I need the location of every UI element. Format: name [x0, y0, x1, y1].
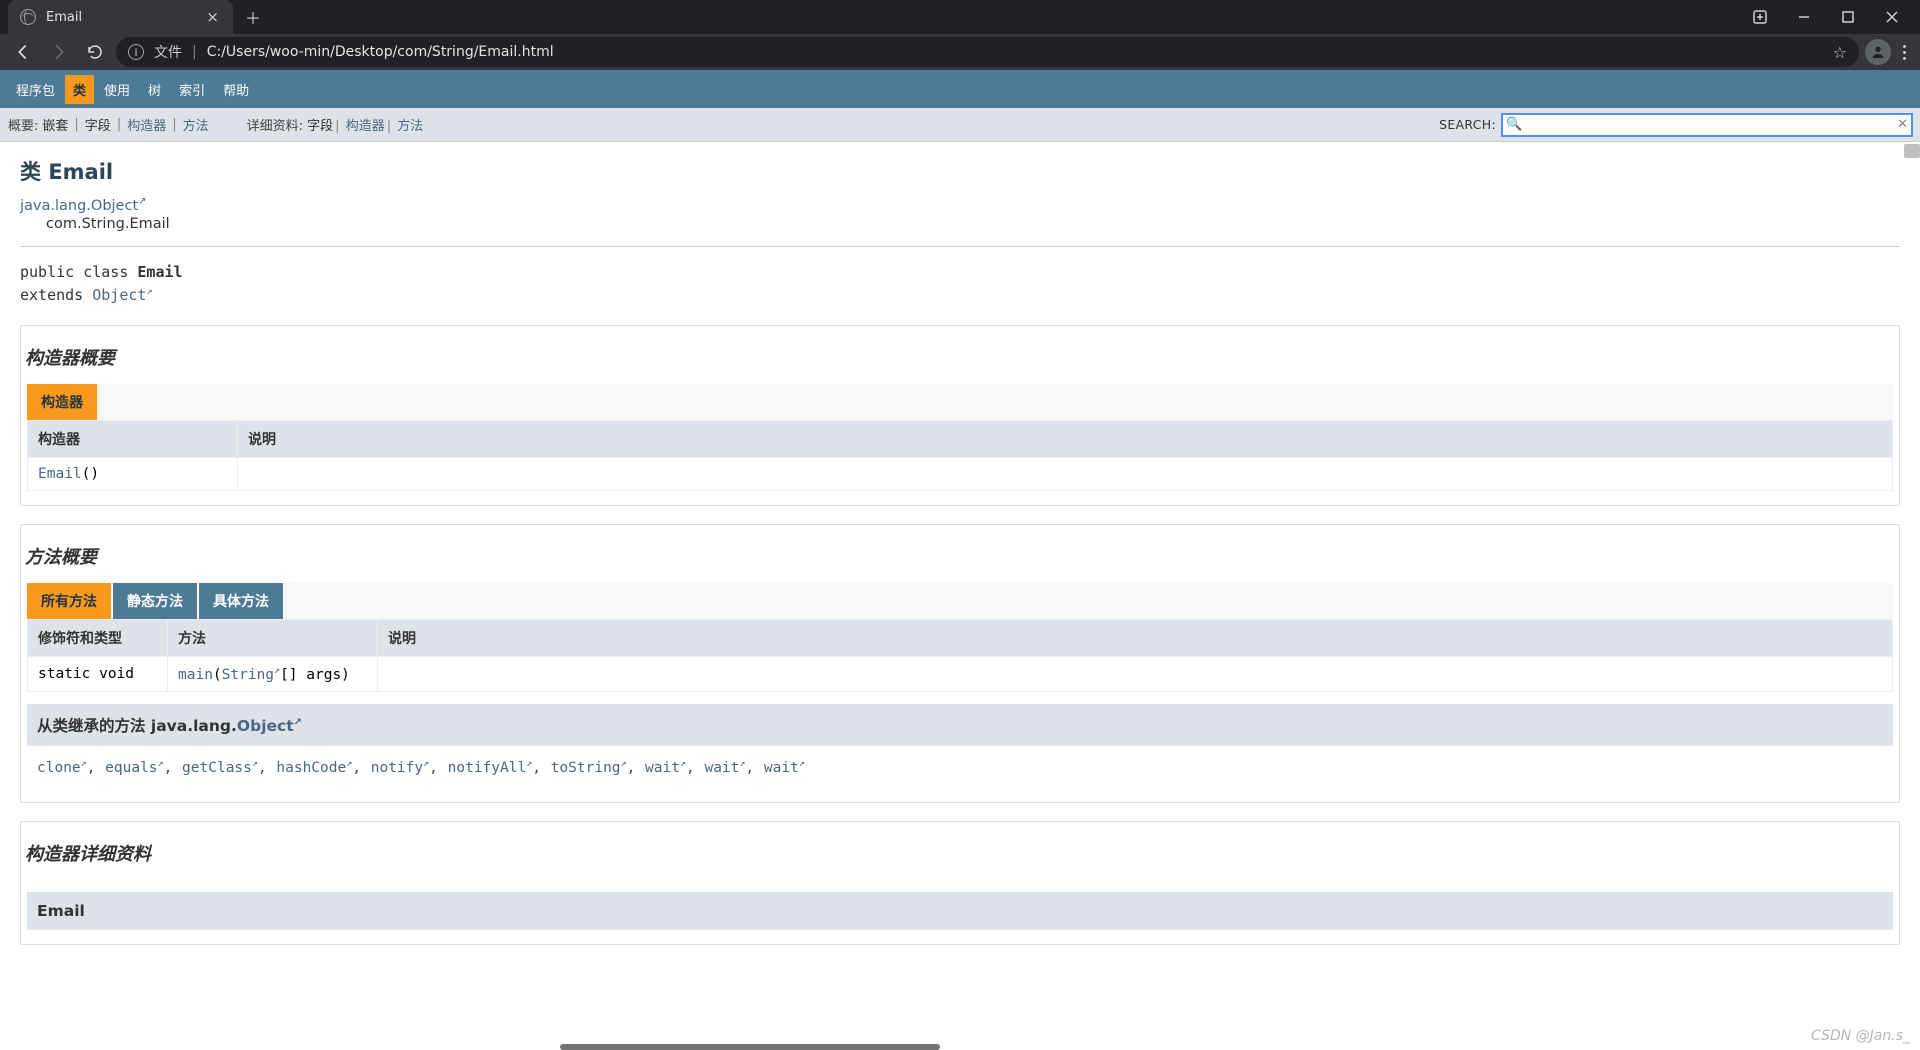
constructor-detail-section: 构造器详细资料 Email — [20, 821, 1900, 945]
site-info-icon[interactable]: i — [128, 44, 144, 60]
browser-titlebar: Email × ＋ — [0, 0, 1920, 34]
inh-method[interactable]: wait — [645, 760, 680, 776]
minimize-icon[interactable] — [1794, 7, 1814, 27]
class-full-name: com.String.Email — [20, 216, 1900, 232]
constructor-summary-section: 构造器概要 构造器 构造器 说明 Email() — [20, 325, 1900, 506]
inh-method[interactable]: equals — [105, 760, 157, 776]
close-window-icon[interactable] — [1882, 7, 1902, 27]
th-method-desc: 说明 — [378, 620, 1893, 657]
inh-method[interactable]: notifyAll — [448, 760, 527, 776]
content-area: 类 Email java.lang.Object↗ com.String.Ema… — [0, 142, 1920, 1050]
bookmark-icon[interactable]: ☆ — [1833, 43, 1847, 62]
method-link[interactable]: main — [178, 667, 213, 683]
browser-menu-icon[interactable] — [1897, 39, 1912, 66]
detail-constructor[interactable]: 构造器 — [346, 119, 385, 134]
inh-method[interactable]: wait — [704, 760, 739, 776]
nav-index[interactable]: 索引 — [171, 75, 213, 104]
address-bar[interactable]: i 文件 | C:/Users/woo-min/Desktop/com/Stri… — [116, 37, 1859, 67]
url-text: C:/Users/woo-min/Desktop/com/String/Emai… — [207, 44, 554, 60]
constructor-detail-heading: 构造器详细资料 — [21, 840, 1899, 880]
constructor-summary-heading: 构造器概要 — [21, 344, 1899, 384]
inherited-methods-list: clone↗, equals↗, getClass↗, hashCode↗, n… — [27, 746, 1893, 788]
external-link-icon: ↗ — [138, 196, 146, 207]
nav-help[interactable]: 帮助 — [215, 75, 257, 104]
inh-method[interactable]: notify — [371, 760, 423, 776]
back-button[interactable] — [8, 37, 38, 67]
search-icon: 🔍 — [1506, 117, 1522, 132]
javadoc-subnav: 概要: 嵌套| 字段| 构造器| 方法 详细资料: 字段| 构造器| 方法 SE… — [0, 108, 1920, 142]
summary-field: 字段 — [85, 115, 111, 134]
summary-label: 概要: — [8, 115, 38, 134]
tab-concrete-methods[interactable]: 具体方法 — [199, 583, 283, 619]
nav-package[interactable]: 程序包 — [8, 75, 63, 104]
collections-icon[interactable] — [1750, 7, 1770, 27]
constructor-summary-table: 构造器 说明 Email() — [27, 420, 1893, 491]
method-summary-table: 修饰符和类型 方法 说明 static void main(String↗[] … — [27, 619, 1893, 692]
summary-nested: 嵌套 — [42, 115, 68, 134]
nav-use[interactable]: 使用 — [96, 75, 138, 104]
constructor-detail-name: Email — [27, 892, 1893, 930]
nav-tree[interactable]: 树 — [140, 75, 169, 104]
clear-search-icon[interactable]: ✕ — [1897, 117, 1908, 132]
page-title: 类 Email — [20, 156, 1900, 186]
browser-tab[interactable]: Email × — [8, 0, 233, 34]
scrollbar-thumb[interactable] — [1904, 144, 1920, 158]
detail-label: 详细资料: — [247, 119, 303, 134]
inh-method[interactable]: wait — [764, 760, 799, 776]
globe-icon — [20, 9, 36, 25]
summary-method[interactable]: 方法 — [183, 115, 209, 134]
method-summary-section: 方法概要 所有方法 静态方法 具体方法 修饰符和类型 方法 说明 static … — [20, 524, 1900, 803]
superclass-link[interactable]: java.lang.Object — [20, 198, 138, 214]
extends-link[interactable]: Object — [92, 286, 146, 304]
inherited-class-link[interactable]: Object — [237, 717, 294, 735]
table-row: static void main(String↗[] args) — [28, 657, 1893, 692]
class-declaration: public class Email extends Object↗ — [20, 261, 1900, 308]
new-tab-button[interactable]: ＋ — [233, 0, 273, 37]
profile-avatar[interactable] — [1865, 39, 1891, 65]
inherited-heading: 从类继承的方法 java.lang.Object↗ — [27, 704, 1893, 746]
inh-method[interactable]: hashCode — [276, 760, 346, 776]
tab-title: Email — [46, 10, 202, 25]
th-constructor: 构造器 — [28, 421, 238, 458]
tab-static-methods[interactable]: 静态方法 — [113, 583, 197, 619]
detail-method[interactable]: 方法 — [397, 119, 423, 134]
maximize-icon[interactable] — [1838, 7, 1858, 27]
tab-all-methods[interactable]: 所有方法 — [27, 583, 111, 619]
search-label: SEARCH: — [1439, 117, 1496, 132]
nav-class[interactable]: 类 — [65, 75, 94, 104]
inheritance-tree: java.lang.Object↗ com.String.Email — [20, 196, 1900, 232]
close-tab-icon[interactable]: × — [202, 4, 223, 30]
inh-method[interactable]: clone — [37, 760, 81, 776]
summary-constructor[interactable]: 构造器 — [127, 115, 166, 134]
url-scheme: 文件 — [154, 42, 182, 62]
method-summary-heading: 方法概要 — [21, 543, 1899, 583]
param-type-link[interactable]: String — [222, 667, 274, 683]
search-input[interactable] — [1502, 114, 1912, 136]
reload-button[interactable] — [80, 37, 110, 67]
constructor-link[interactable]: Email — [38, 466, 82, 482]
constructor-tab[interactable]: 构造器 — [27, 384, 97, 420]
th-desc: 说明 — [238, 421, 1893, 458]
inh-method[interactable]: toString — [551, 760, 621, 776]
forward-button[interactable] — [44, 37, 74, 67]
inherited-methods-block: 从类继承的方法 java.lang.Object↗ clone↗, equals… — [27, 704, 1893, 788]
inh-method[interactable]: getClass — [182, 760, 252, 776]
th-modifiers: 修饰符和类型 — [28, 620, 168, 657]
table-row: Email() — [28, 458, 1893, 491]
detail-field: 字段 — [307, 119, 333, 134]
javadoc-nav: 程序包 类 使用 树 索引 帮助 — [0, 70, 1920, 108]
th-method: 方法 — [168, 620, 378, 657]
horizontal-scrollbar[interactable] — [560, 1044, 940, 1050]
browser-toolbar: i 文件 | C:/Users/woo-min/Desktop/com/Stri… — [0, 34, 1920, 70]
